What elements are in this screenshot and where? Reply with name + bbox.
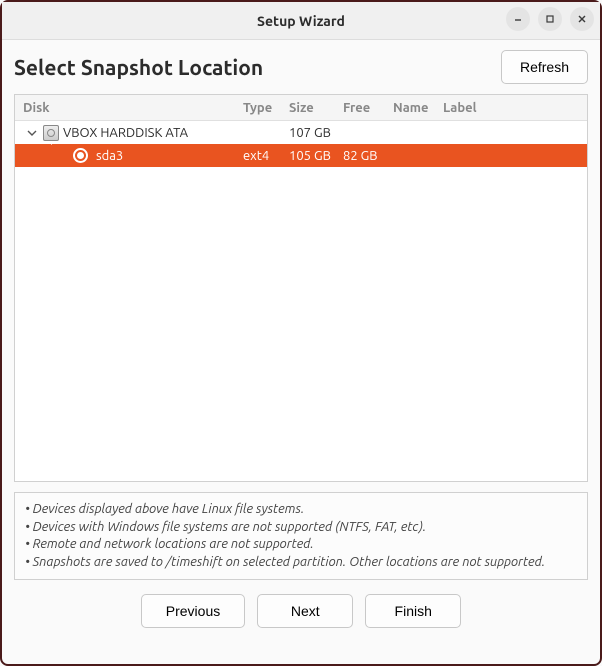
cell-size: 107 GB bbox=[289, 126, 343, 140]
column-name[interactable]: Name bbox=[393, 101, 443, 115]
note-line: • Snapshots are saved to /timeshift on s… bbox=[25, 554, 577, 572]
page-title: Select Snapshot Location bbox=[14, 55, 263, 79]
disk-table: Disk Type Size Free Name Label VBOX HARD… bbox=[14, 94, 588, 482]
table-row[interactable]: sda3 ext4 105 GB 82 GB bbox=[15, 144, 587, 167]
hard-disk-icon bbox=[43, 125, 59, 141]
cell-type: ext4 bbox=[243, 149, 289, 163]
chevron-down-icon[interactable] bbox=[25, 128, 39, 138]
partition-name: sda3 bbox=[96, 149, 123, 163]
table-header: Disk Type Size Free Name Label bbox=[15, 95, 587, 121]
column-disk[interactable]: Disk bbox=[15, 101, 243, 115]
info-notes: • Devices displayed above have Linux fil… bbox=[14, 492, 588, 580]
column-free[interactable]: Free bbox=[343, 101, 393, 115]
titlebar: Setup Wizard bbox=[2, 2, 600, 40]
close-icon[interactable] bbox=[570, 7, 594, 31]
disk-name: VBOX HARDDISK ATA bbox=[63, 126, 188, 140]
cell-size: 105 GB bbox=[289, 149, 343, 163]
wizard-footer: Previous Next Finish bbox=[14, 580, 588, 628]
column-label[interactable]: Label bbox=[443, 101, 587, 115]
maximize-icon[interactable] bbox=[538, 7, 562, 31]
note-line: • Devices with Windows file systems are … bbox=[25, 519, 577, 537]
column-type[interactable]: Type bbox=[243, 101, 289, 115]
table-row[interactable]: VBOX HARDDISK ATA 107 GB bbox=[15, 121, 587, 144]
minimize-icon[interactable] bbox=[506, 7, 530, 31]
radio-button[interactable] bbox=[73, 148, 88, 163]
note-line: • Devices displayed above have Linux fil… bbox=[25, 501, 577, 519]
next-button[interactable]: Next bbox=[257, 594, 353, 628]
window-title: Setup Wizard bbox=[257, 13, 345, 29]
note-line: • Remote and network locations are not s… bbox=[25, 536, 577, 554]
window-controls bbox=[506, 7, 594, 31]
column-size[interactable]: Size bbox=[289, 101, 343, 115]
cell-free: 82 GB bbox=[343, 149, 393, 163]
previous-button[interactable]: Previous bbox=[141, 594, 245, 628]
refresh-button[interactable]: Refresh bbox=[501, 50, 588, 84]
finish-button[interactable]: Finish bbox=[365, 594, 461, 628]
